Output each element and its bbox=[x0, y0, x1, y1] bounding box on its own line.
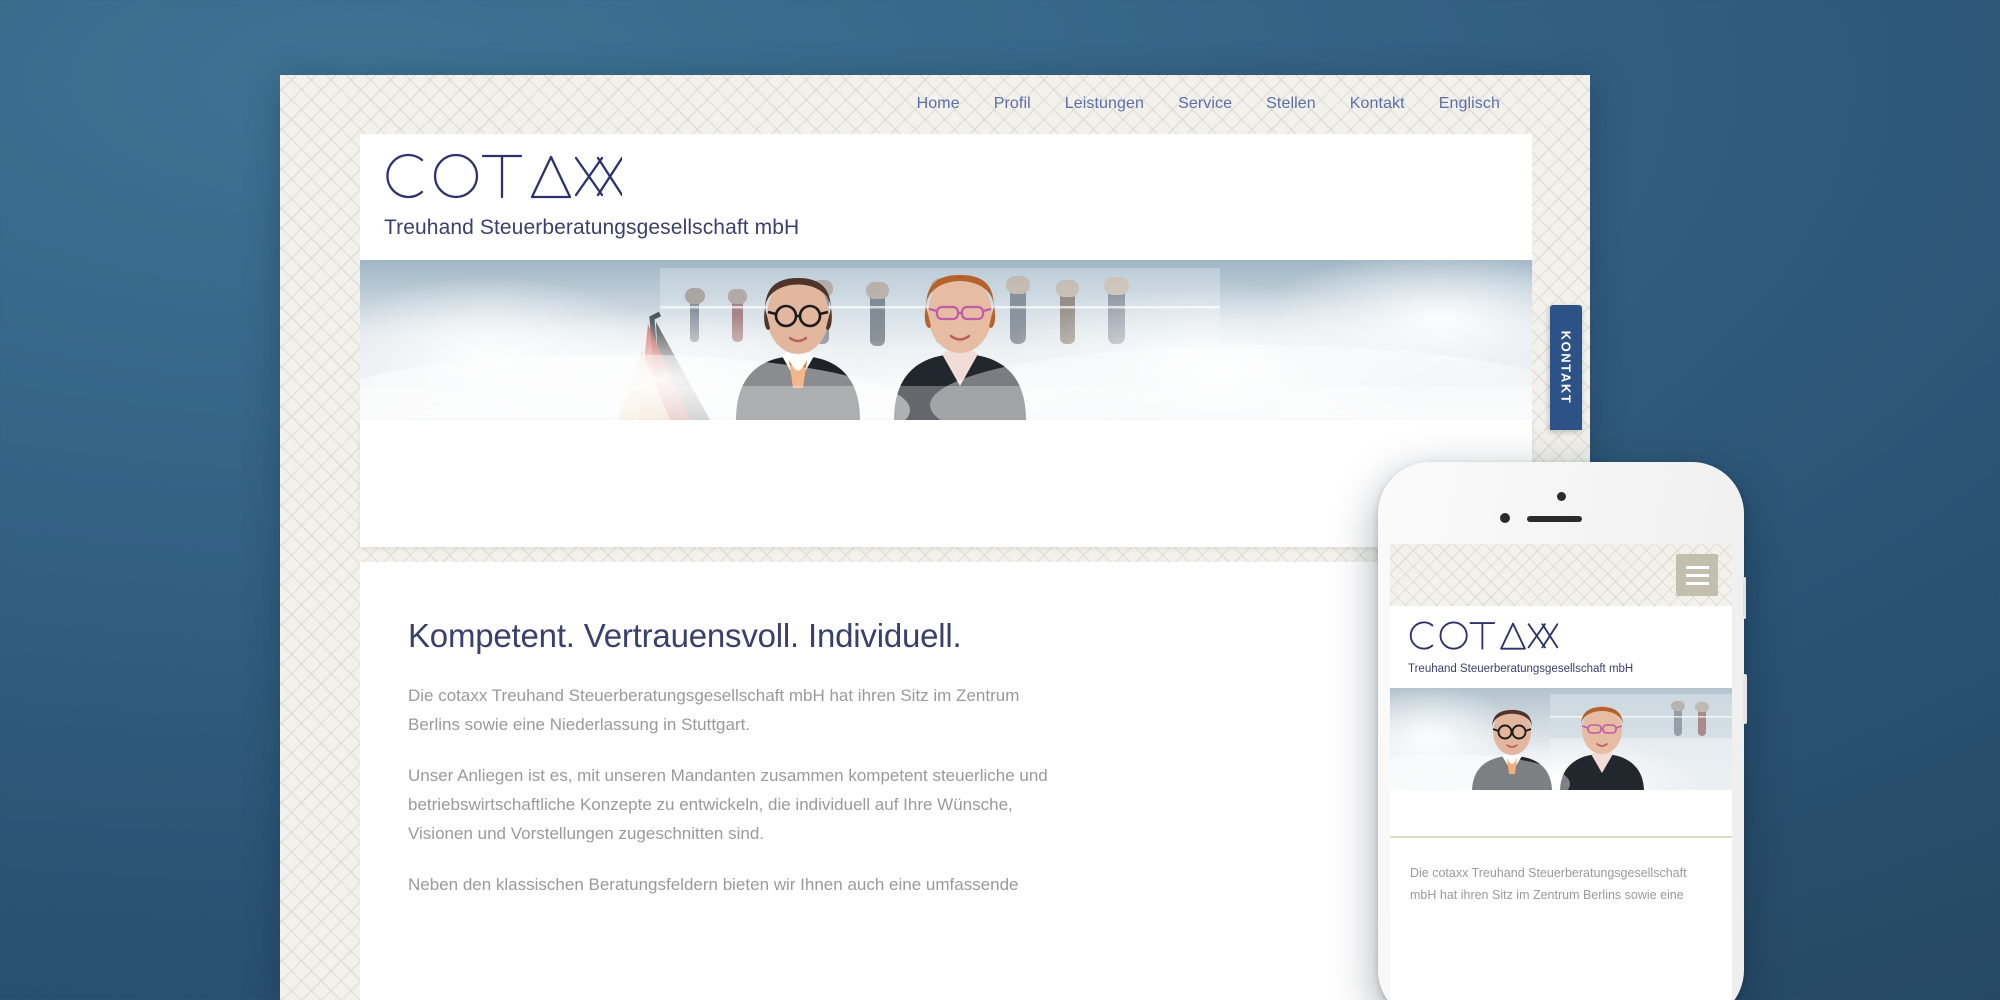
nav-item-leistungen[interactable]: Leistungen bbox=[1065, 95, 1144, 113]
mobile-nav-band bbox=[1390, 544, 1732, 606]
nav-item-service[interactable]: Service bbox=[1178, 95, 1232, 113]
mobile-intro-paragraph: Die cotaxx Treuhand Steuerberatungsgesel… bbox=[1410, 866, 1687, 902]
hamburger-line bbox=[1685, 573, 1709, 577]
side-contact-tab-label: KONTAKT bbox=[1558, 330, 1574, 405]
phone-mockup: Treuhand Steuerberatungsgesellschaft mbH bbox=[1378, 462, 1747, 1000]
main-navigation: Home Profil Leistungen Service Stellen K… bbox=[280, 75, 1590, 133]
nav-item-stellen[interactable]: Stellen bbox=[1266, 95, 1316, 113]
side-contact-tab[interactable]: KONTAKT bbox=[1550, 305, 1582, 430]
hamburger-menu-icon[interactable] bbox=[1676, 554, 1718, 596]
earpiece-speaker-icon bbox=[1527, 516, 1582, 522]
hero-image bbox=[360, 260, 1532, 420]
mobile-logo-subtitle: Treuhand Steuerberatungsgesellschaft mbH bbox=[1408, 663, 1634, 675]
hamburger-line bbox=[1685, 581, 1709, 585]
intro-paragraph-1: Die cotaxx Treuhand Steuerberatungsgesel… bbox=[408, 686, 1020, 734]
mobile-logo-wordmark-icon[interactable] bbox=[1408, 618, 1714, 658]
logo-wordmark-icon bbox=[384, 148, 799, 204]
site-logo[interactable]: Treuhand Steuerberatungsgesellschaft mbH bbox=[384, 148, 799, 240]
nav-item-home[interactable]: Home bbox=[917, 95, 960, 113]
proximity-sensor-icon bbox=[1500, 513, 1510, 523]
main-content-card: Kompetent. Vertrauensvoll. Individuell. … bbox=[360, 562, 1532, 1000]
front-camera-icon bbox=[1557, 492, 1566, 501]
nav-item-englisch[interactable]: Englisch bbox=[1439, 95, 1500, 113]
nav-item-profil[interactable]: Profil bbox=[994, 95, 1031, 113]
nav-item-kontakt[interactable]: Kontakt bbox=[1350, 95, 1405, 113]
mobile-white-band bbox=[1390, 790, 1732, 838]
mobile-site-header: Treuhand Steuerberatungsgesellschaft mbH bbox=[1390, 606, 1732, 688]
power-button[interactable] bbox=[1743, 674, 1747, 724]
site-header-card: Treuhand Steuerberatungsgesellschaft mbH bbox=[360, 134, 1532, 260]
intro-paragraph-2: Unser Anliegen ist es, mit unseren Manda… bbox=[408, 766, 1048, 843]
logo-subtitle: Treuhand Steuerberatungsgesellschaft mbH bbox=[384, 216, 800, 239]
intro-paragraph-3: Neben den klassischen Beratungsfeldern b… bbox=[408, 875, 1019, 894]
phone-screen: Treuhand Steuerberatungsgesellschaft mbH bbox=[1390, 544, 1732, 1000]
mobile-hero-image bbox=[1390, 688, 1732, 790]
hero-lower-white-band bbox=[360, 420, 1532, 547]
mobile-content-body: Die cotaxx Treuhand Steuerberatungsgesel… bbox=[1390, 838, 1732, 906]
volume-button[interactable] bbox=[1743, 577, 1746, 619]
page-title: Kompetent. Vertrauensvoll. Individuell. bbox=[408, 617, 962, 654]
hamburger-line bbox=[1685, 565, 1709, 569]
